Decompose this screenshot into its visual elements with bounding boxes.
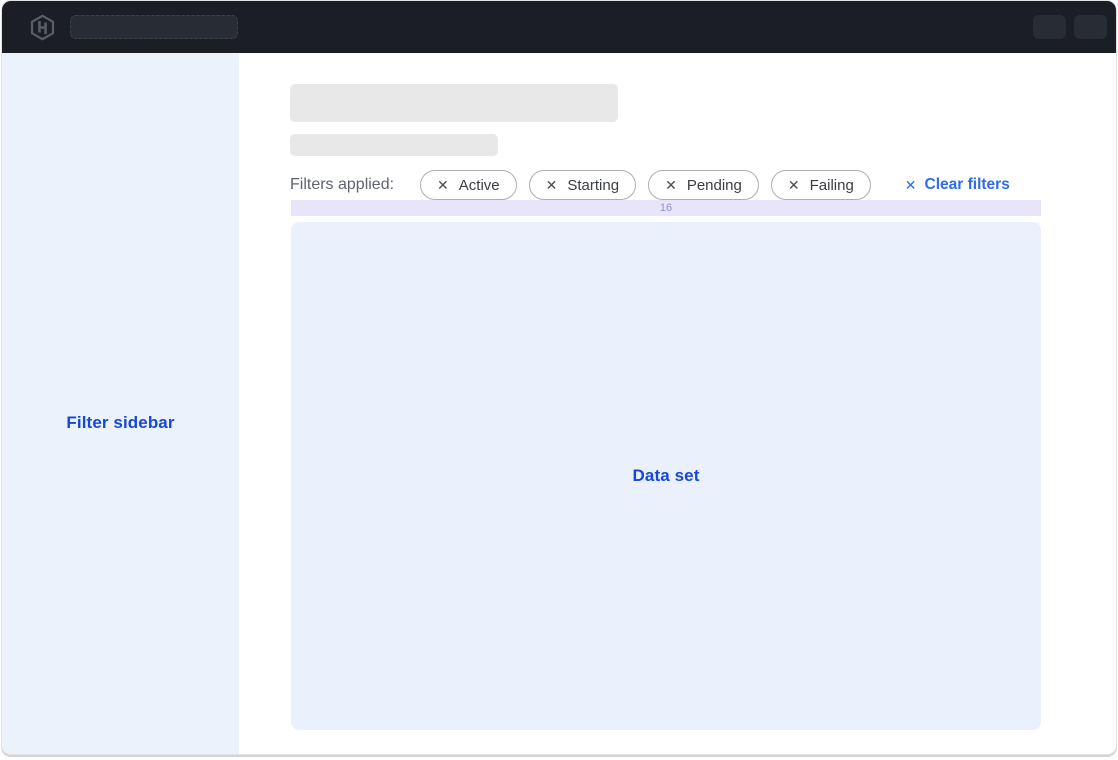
filter-chip-starting[interactable]: ✕ Starting [529,170,636,200]
dataset-region: Data set [291,222,1041,730]
navbar-button-placeholder-2[interactable] [1074,15,1107,39]
filter-chip-label: Pending [687,177,742,194]
clear-filters-label: Clear filters [925,176,1010,194]
remove-filter-icon[interactable]: ✕ [437,178,449,192]
dataset-count: 16 [660,202,672,214]
filter-sidebar-label: Filter sidebar [2,413,239,433]
clear-filters-link[interactable]: ✕ Clear filters [905,176,1010,194]
filter-chip-label: Starting [567,177,619,194]
filter-chip-failing[interactable]: ✕ Failing [771,170,871,200]
app-window: Filter sidebar Filters applied: ✕ Active… [1,0,1117,755]
filter-chip-label: Active [459,177,500,194]
navbar-search-placeholder[interactable] [70,15,238,39]
dataset-label: Data set [633,466,700,486]
filter-chip-pending[interactable]: ✕ Pending [648,170,759,200]
filters-applied-label: Filters applied: [290,176,394,194]
filter-chip-active[interactable]: ✕ Active [420,170,517,200]
navbar-button-placeholder-1[interactable] [1033,15,1066,39]
page-title-placeholder [290,84,618,122]
dataset-count-strip: 16 [291,200,1041,216]
remove-filter-icon[interactable]: ✕ [665,178,677,192]
clear-filters-icon: ✕ [905,178,917,192]
remove-filter-icon[interactable]: ✕ [546,178,558,192]
top-navbar [2,1,1116,53]
filters-applied-row: Filters applied: ✕ Active ✕ Starting ✕ P… [290,170,1041,200]
filter-chip-label: Failing [810,177,854,194]
remove-filter-icon[interactable]: ✕ [788,178,800,192]
page-subtitle-placeholder [290,134,498,156]
hashicorp-logo-icon [29,14,56,41]
filter-sidebar: Filter sidebar [2,53,239,754]
